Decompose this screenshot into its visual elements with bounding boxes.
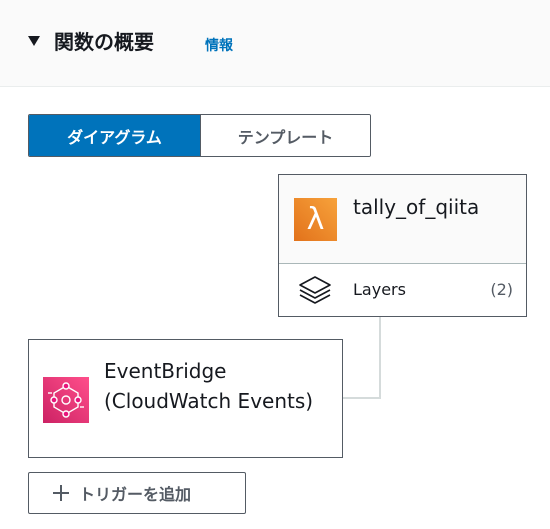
lambda-icon: λ	[294, 198, 337, 241]
function-overview-header: 関数の概要 情報	[0, 0, 550, 87]
layers-icon	[299, 276, 331, 304]
section-title: 関数の概要	[54, 30, 154, 54]
add-trigger-label: トリガーを追加	[79, 485, 192, 504]
collapse-caret-icon[interactable]	[28, 36, 40, 46]
eventbridge-icon	[43, 377, 89, 423]
connector-line	[343, 317, 381, 399]
add-trigger-button[interactable]: トリガーを追加	[28, 472, 246, 514]
diagram-tab[interactable]: ダイアグラム	[29, 115, 200, 156]
trigger-name: EventBridge (CloudWatch Events)	[104, 359, 314, 413]
layers-node[interactable]: Layers (2)	[279, 264, 526, 316]
template-tab[interactable]: テンプレート	[200, 115, 370, 156]
info-link[interactable]: 情報	[205, 35, 233, 55]
layers-label: Layers	[353, 280, 406, 299]
trigger-card-eventbridge[interactable]: EventBridge (CloudWatch Events)	[28, 339, 343, 458]
function-card: λ tally_of_qiita Layers (2)	[278, 174, 527, 317]
plus-icon	[53, 485, 69, 501]
layers-count: (2)	[490, 280, 513, 299]
function-name: tally_of_qiita	[353, 195, 480, 219]
function-node[interactable]: λ tally_of_qiita	[279, 175, 526, 264]
view-toggle: ダイアグラム テンプレート	[28, 114, 371, 157]
